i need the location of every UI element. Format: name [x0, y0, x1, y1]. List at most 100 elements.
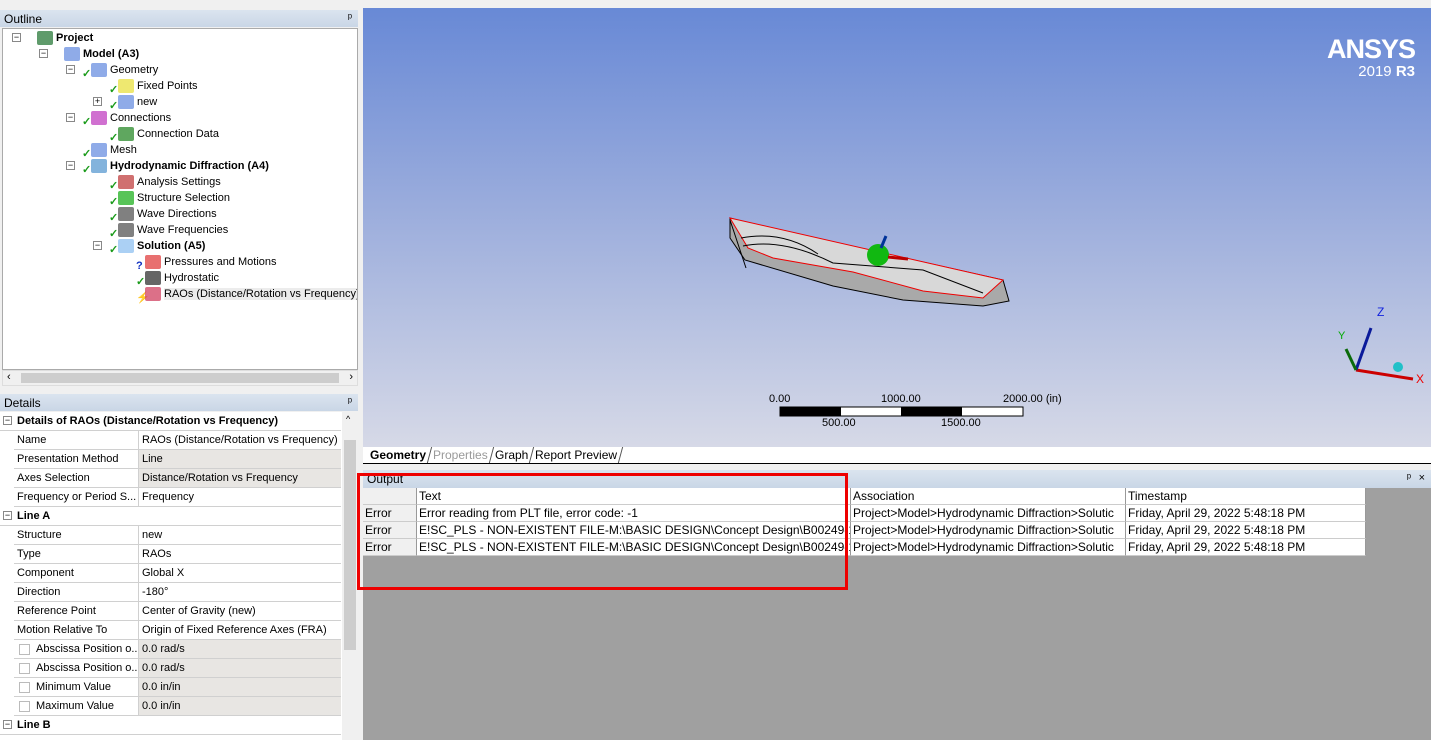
column-header[interactable] [363, 488, 417, 505]
scroll-up-icon[interactable]: ^ [346, 414, 350, 424]
details-row[interactable]: Reference Point Center of Gravity (new) [14, 602, 341, 621]
property-value[interactable]: Line [139, 450, 341, 468]
parameter-checkbox[interactable] [19, 700, 30, 712]
details-row[interactable]: Component Global X [14, 564, 341, 583]
details-group-header[interactable]: − Line A [0, 507, 341, 526]
tree-item[interactable]: ✓ Analysis Settings [109, 174, 221, 192]
details-group-header[interactable]: − Details of RAOs (Distance/Rotation vs F… [0, 412, 341, 431]
horizontal-scrollbar[interactable]: ‹ › [2, 370, 358, 386]
property-value[interactable]: 0.0 in/in [139, 697, 341, 715]
property-value[interactable]: -180° [139, 583, 341, 601]
property-name: Motion Relative To [14, 621, 139, 639]
details-row[interactable]: Motion Relative To Origin of Fixed Refere… [14, 621, 341, 640]
property-value[interactable]: Center of Gravity (new) [139, 602, 341, 620]
collapse-icon[interactable]: − [12, 33, 21, 42]
collapse-icon[interactable]: − [3, 416, 12, 425]
tree-item-label: Hydrodynamic Diffraction (A4) [110, 160, 269, 172]
tab-report-preview[interactable]: Report Preview [529, 447, 624, 463]
tree-item[interactable]: ✓ Fixed Points [109, 78, 198, 96]
scroll-left-icon[interactable]: ‹ [7, 371, 11, 383]
details-row[interactable]: Presentation Method Line [14, 450, 341, 469]
collapse-icon[interactable]: − [66, 65, 75, 74]
tree-item[interactable]: ✓ Structure Selection [109, 190, 230, 208]
collapse-icon[interactable]: − [66, 161, 75, 170]
details-row[interactable]: Axes Selection Distance/Rotation vs Frequ… [14, 469, 341, 488]
details-group-header[interactable]: − Line B [0, 716, 341, 735]
geometry-viewport[interactable]: ANSYS 2019 R3 0.00 1000.00 2000.00 (in) … [363, 8, 1431, 447]
property-value[interactable]: Distance/Rotation vs Frequency [139, 469, 341, 487]
pin-icon[interactable]: ᵖ [348, 12, 352, 24]
close-icon[interactable]: × [1419, 472, 1425, 484]
property-value[interactable]: new [139, 526, 341, 544]
collapse-icon[interactable]: − [3, 511, 12, 520]
body-icon [118, 95, 134, 110]
tab-geometry[interactable]: Geometry [364, 447, 433, 463]
tree-item[interactable]: ✓ Wave Directions [109, 206, 217, 224]
pin-icon[interactable]: ᵖ [348, 396, 352, 408]
details-row[interactable]: Type RAOs [14, 545, 341, 564]
tab-properties[interactable]: Properties [427, 447, 494, 463]
tree-item-label: Geometry [110, 64, 159, 76]
tree-item[interactable]: ✓ new [109, 94, 158, 112]
tree-item[interactable]: ✓ Hydrodynamic Diffraction (A4) [82, 158, 269, 176]
connections-icon [91, 111, 107, 126]
outline-tree[interactable]: Project − Model (A3) − ✓ Geometry − ✓ Fixed Poin… [2, 28, 358, 370]
tree-item[interactable]: ✓ Connections [82, 110, 171, 128]
scroll-thumb[interactable] [344, 440, 356, 650]
details-row[interactable]: Abscissa Position o... 0.0 rad/s [14, 659, 341, 678]
property-value[interactable]: Origin of Fixed Reference Axes (FRA) [139, 621, 341, 639]
ship-hull-model[interactable] [728, 217, 1010, 307]
check-icon: ✓ [109, 84, 119, 96]
collapse-icon[interactable]: − [66, 113, 75, 122]
details-row[interactable]: Frequency or Period S... Frequency [14, 488, 341, 507]
tree-item[interactable]: ✓ Geometry [82, 62, 159, 80]
tree-item[interactable]: Model (A3) [64, 46, 139, 62]
column-header[interactable]: Text [417, 488, 851, 505]
property-name: Reference Point [14, 602, 139, 620]
column-header[interactable]: Association [851, 488, 1126, 505]
details-row[interactable]: Maximum Value 0.0 in/in [14, 697, 341, 716]
details-row[interactable]: Name RAOs (Distance/Rotation vs Frequency… [14, 431, 341, 450]
pin-icon[interactable]: ᵖ [1407, 472, 1411, 484]
tree-item[interactable]: ✓ Hydrostatic [136, 270, 219, 288]
tree-item[interactable]: Project [37, 30, 93, 46]
expand-icon[interactable]: + [93, 97, 102, 106]
axis-triad [1344, 327, 1414, 381]
column-header[interactable]: Timestamp [1126, 488, 1366, 505]
vertical-scrollbar[interactable]: ^ [342, 412, 358, 740]
scroll-thumb[interactable] [21, 373, 339, 383]
tree-item[interactable]: ✓ Connection Data [109, 126, 219, 144]
parameter-checkbox[interactable] [19, 643, 30, 655]
details-row[interactable]: Minimum Value 0.0 in/in [14, 678, 341, 697]
tab-graph[interactable]: Graph [489, 447, 535, 463]
property-value[interactable]: 0.0 in/in [139, 678, 341, 696]
collapse-icon[interactable]: − [39, 49, 48, 58]
scroll-right-icon[interactable]: › [349, 371, 353, 383]
details-row[interactable]: Direction -180° [14, 583, 341, 602]
tree-item[interactable]: ? Pressures and Motions [136, 254, 277, 272]
tree-item[interactable]: ✓ Solution (A5) [109, 238, 205, 256]
property-value[interactable]: 0.0 rad/s [139, 640, 341, 658]
tree-item-label: Model (A3) [83, 48, 140, 60]
property-value[interactable]: RAOs [139, 545, 341, 563]
collapse-icon[interactable]: − [93, 241, 102, 250]
property-value[interactable]: RAOs (Distance/Rotation vs Frequency) [139, 431, 341, 449]
property-value[interactable]: 0.0 rad/s [139, 659, 341, 677]
details-title: Details [4, 396, 41, 410]
tree-item-label: new [137, 96, 158, 108]
parameter-checkbox[interactable] [19, 681, 30, 693]
tree-item[interactable]: ✓ Wave Frequencies [109, 222, 228, 240]
details-grid[interactable]: − Details of RAOs (Distance/Rotation vs F… [0, 412, 342, 740]
property-value[interactable]: Frequency [139, 488, 341, 506]
details-row[interactable]: Abscissa Position o... 0.0 rad/s [14, 640, 341, 659]
property-name: Structure [14, 526, 139, 544]
parameter-checkbox[interactable] [19, 662, 30, 674]
output-header: Output ᵖ × [363, 470, 1431, 488]
tree-item[interactable]: ⚡ RAOs (Distance/Rotation vs Frequency) [136, 286, 357, 304]
property-value[interactable]: Global X [139, 564, 341, 582]
collapse-icon[interactable]: − [3, 720, 12, 729]
tree-item-label: Structure Selection [137, 192, 230, 204]
tab-label: Report Preview [535, 448, 618, 462]
details-row[interactable]: Structure new [14, 526, 341, 545]
tree-item[interactable]: ✓ Mesh [82, 142, 137, 160]
